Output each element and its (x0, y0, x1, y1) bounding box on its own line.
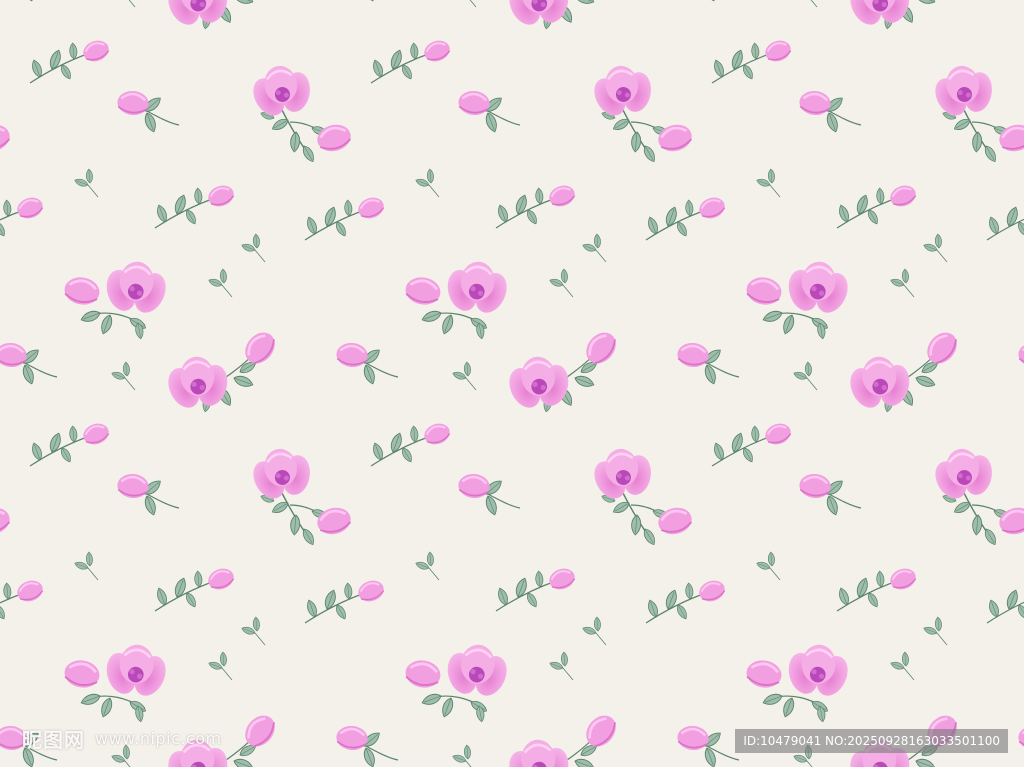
floral-pattern (0, 0, 1024, 767)
image-id-badge: ID:10479041 NO:20250928163033501100 (735, 729, 1008, 753)
site-watermark: 昵图网 www.nipic.com (22, 724, 222, 753)
watermark-url-text: www.nipic.com (95, 729, 222, 748)
watermark-logo-text: 昵图网 (22, 728, 85, 752)
